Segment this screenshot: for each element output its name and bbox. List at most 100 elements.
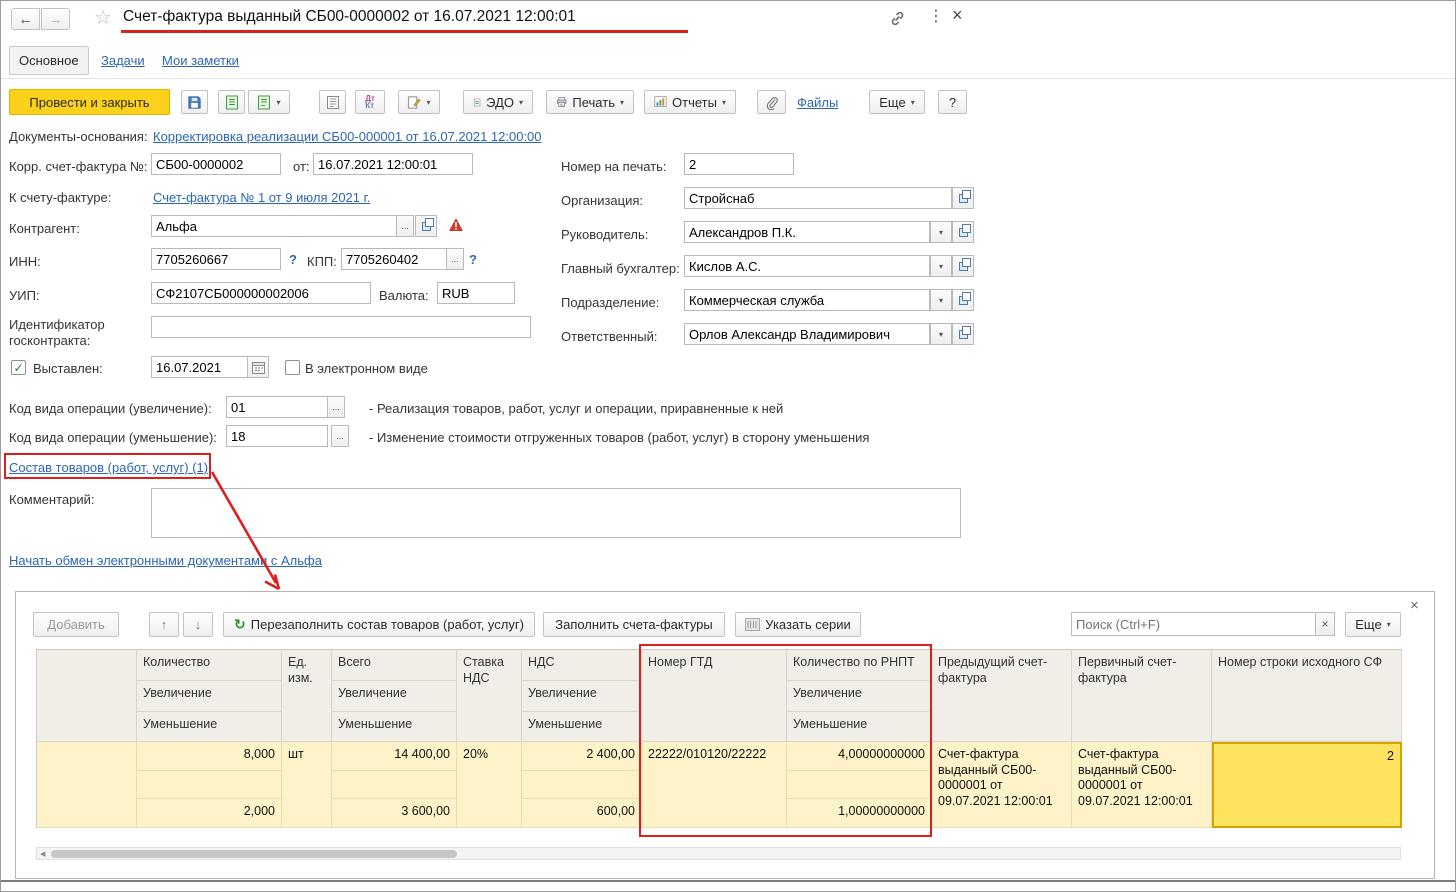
cell-quantity-increase[interactable]: 8,000 [137, 742, 282, 771]
head-dropdown-button[interactable]: ▾ [930, 221, 952, 243]
issued-checkbox[interactable]: ✓ [11, 360, 26, 375]
forward-button[interactable]: → [41, 8, 70, 30]
attach-button[interactable] [757, 90, 786, 114]
th-rnpt-decrease[interactable]: Уменьшение [787, 712, 932, 742]
th-source-line-number[interactable]: Номер строки исходного СФ [1212, 650, 1402, 742]
opcode-decrease-choose-button[interactable]: ... [331, 425, 349, 447]
fill-invoices-button[interactable]: Заполнить счета-фактуры [543, 612, 725, 637]
cell-total-middle[interactable] [332, 771, 457, 799]
th-quantity-decrease[interactable]: Уменьшение [137, 712, 282, 742]
chief-accountant-open-button[interactable] [952, 255, 974, 277]
cell-rnpt-increase[interactable]: 4,00000000000 [787, 742, 932, 771]
opcode-increase-input[interactable] [226, 396, 328, 418]
uip-input[interactable] [151, 282, 371, 304]
responsible-input[interactable] [684, 323, 930, 345]
print-button[interactable]: Печать ▾ [546, 90, 634, 114]
th-total-decrease[interactable]: Уменьшение [332, 712, 457, 742]
th-quantity-increase[interactable]: Увеличение [137, 681, 282, 712]
kpp-input[interactable] [341, 248, 447, 270]
head-input[interactable] [684, 221, 930, 243]
counterparty-open-button[interactable] [415, 215, 437, 237]
add-row-button[interactable]: Добавить [33, 612, 119, 637]
chief-accountant-input[interactable] [684, 255, 930, 277]
tab-tasks-link[interactable]: Задачи [101, 53, 145, 68]
scroll-left-icon[interactable]: ◀ [40, 850, 45, 858]
opcode-increase-choose-button[interactable]: ... [327, 396, 345, 418]
cell-quantity-middle[interactable] [137, 771, 282, 799]
print-number-input[interactable] [684, 153, 794, 175]
reports-button[interactable]: Отчеты ▾ [644, 90, 736, 114]
th-rnpt-quantity[interactable]: Количество по РНПТ [787, 650, 932, 681]
search-input[interactable] [1071, 612, 1316, 636]
th-primary-invoice[interactable]: Первичный счет-фактура [1072, 650, 1212, 742]
inn-input[interactable] [151, 248, 281, 270]
electronic-checkbox[interactable] [285, 360, 300, 375]
files-link[interactable]: Файлы [797, 95, 838, 110]
table-hscrollbar[interactable]: ◀ [36, 847, 1401, 860]
post-document-button[interactable] [218, 90, 245, 114]
comment-textarea[interactable] [151, 488, 961, 538]
save-button[interactable] [181, 90, 208, 114]
back-button[interactable]: ← [11, 8, 40, 30]
set-series-button[interactable]: Указать серии [735, 612, 861, 637]
issued-date-input[interactable] [151, 356, 248, 378]
post-dropdown-button[interactable]: ▾ [248, 90, 290, 114]
gov-contract-input[interactable] [151, 316, 531, 338]
responsible-open-button[interactable] [952, 323, 974, 345]
kpp-choose-button[interactable]: ... [446, 248, 464, 270]
create-based-on-button[interactable]: ▾ [398, 90, 440, 114]
division-dropdown-button[interactable]: ▾ [930, 289, 952, 311]
cell-total-decrease[interactable]: 3 600,00 [332, 799, 457, 828]
search-clear-button[interactable]: × [1315, 612, 1335, 636]
responsible-dropdown-button[interactable]: ▾ [930, 323, 952, 345]
corr-datetime-input[interactable] [313, 153, 473, 175]
head-open-button[interactable] [952, 221, 974, 243]
edo-button[interactable]: ЭДО ▾ [463, 90, 533, 114]
cell-previous-invoice[interactable]: Счет-фактура выданный СБ00-0000001 от 09… [932, 742, 1072, 828]
th-row-selector[interactable] [37, 650, 137, 742]
th-previous-invoice[interactable]: Предыдущий счет-фактура [932, 650, 1072, 742]
cell-rnpt-decrease[interactable]: 1,00000000000 [787, 799, 932, 828]
tab-notes-link[interactable]: Мои заметки [162, 53, 239, 68]
move-down-button[interactable]: ↓ [183, 612, 213, 637]
cell-total-increase[interactable]: 14 400,00 [332, 742, 457, 771]
more-menu-icon[interactable]: ⋮ [928, 6, 944, 26]
journal-button[interactable] [319, 90, 346, 114]
table-hscrollbar-thumb[interactable] [51, 850, 457, 858]
counterparty-choose-button[interactable]: ... [396, 215, 414, 237]
issued-calendar-button[interactable] [247, 356, 269, 378]
more-button[interactable]: Еще ▾ [869, 90, 925, 114]
base-docs-link[interactable]: Корректировка реализации СБ00-000001 от … [153, 129, 542, 144]
close-icon[interactable]: × [952, 5, 963, 26]
help-button[interactable]: ? [938, 90, 967, 114]
cell-row-selector[interactable] [37, 742, 137, 828]
copy-link-icon[interactable] [889, 10, 906, 30]
th-rnpt-increase[interactable]: Увеличение [787, 681, 932, 712]
division-open-button[interactable] [952, 289, 974, 311]
goods-structure-link[interactable]: Состав товаров (работ, услуг) (1) [9, 460, 208, 475]
tab-main[interactable]: Основное [9, 46, 89, 75]
cell-vat-rate[interactable]: 20% [457, 742, 522, 828]
dtkt-postings-button[interactable]: ДтКт [355, 90, 385, 114]
division-input[interactable] [684, 289, 930, 311]
chief-accountant-dropdown-button[interactable]: ▾ [930, 255, 952, 277]
th-total[interactable]: Всего [332, 650, 457, 681]
refill-goods-button[interactable]: ↻ Перезаполнить состав товаров (работ, у… [223, 612, 535, 637]
opcode-decrease-input[interactable] [226, 425, 328, 447]
inn-help-icon[interactable]: ? [289, 252, 297, 267]
th-vat-decrease[interactable]: Уменьшение [522, 712, 642, 742]
th-vat[interactable]: НДС [522, 650, 642, 681]
move-up-button[interactable]: ↑ [149, 612, 179, 637]
cell-unit[interactable]: шт [282, 742, 332, 828]
cell-quantity-decrease[interactable]: 2,000 [137, 799, 282, 828]
counterparty-input[interactable] [151, 215, 397, 237]
edo-exchange-link[interactable]: Начать обмен электронными документами с … [9, 553, 322, 568]
th-total-increase[interactable]: Увеличение [332, 681, 457, 712]
cell-vat-middle[interactable] [522, 771, 642, 799]
panel-more-button[interactable]: Еще ▾ [1345, 612, 1401, 637]
organization-input[interactable] [684, 187, 952, 209]
th-vat-increase[interactable]: Увеличение [522, 681, 642, 712]
cell-source-line-number[interactable]: 2 [1212, 742, 1402, 828]
organization-open-button[interactable] [952, 187, 974, 209]
to-invoice-link[interactable]: Счет-фактура № 1 от 9 июля 2021 г. [153, 190, 370, 205]
